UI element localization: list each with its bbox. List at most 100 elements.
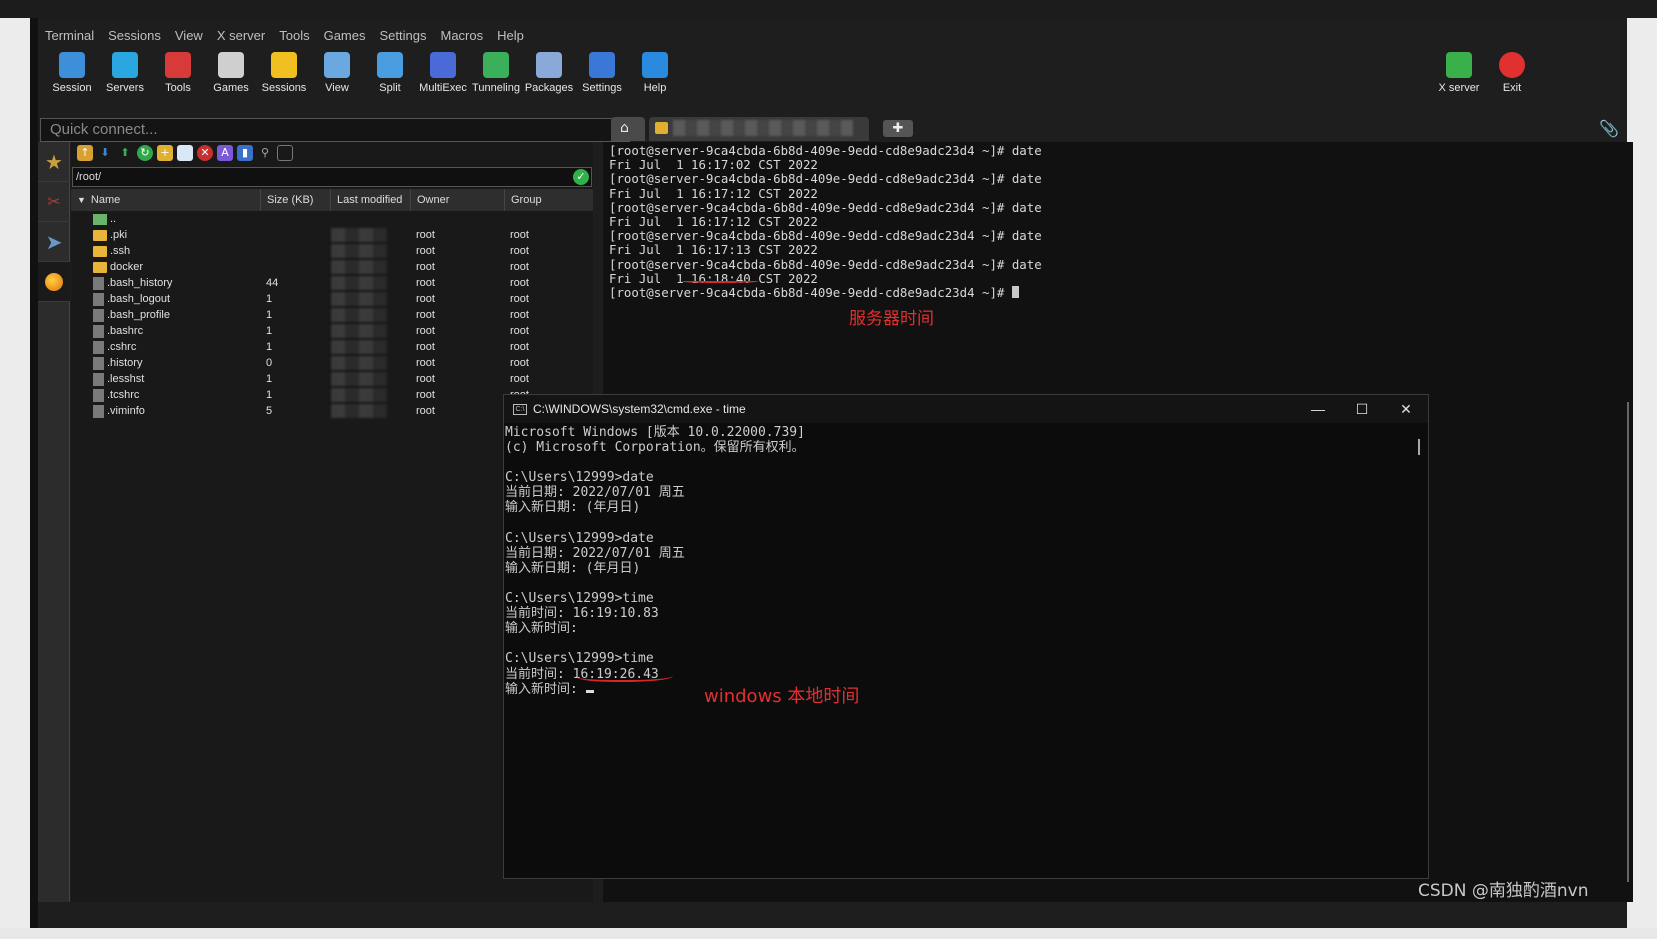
session-icon <box>59 52 85 78</box>
toolbar-split-button[interactable]: Split <box>362 48 418 110</box>
quick-connect-input[interactable]: Quick connect... <box>40 118 630 142</box>
background-page-top <box>0 0 1657 18</box>
file-name: .bashrc <box>107 325 144 337</box>
file-icon <box>93 340 104 354</box>
parent-folder-icon[interactable]: ↑ <box>77 145 93 161</box>
new-file-icon[interactable] <box>177 145 193 161</box>
file-icon <box>93 356 104 370</box>
file-size: 1 <box>266 293 273 305</box>
file-row[interactable]: .lesshst 1 root root <box>71 371 593 387</box>
file-name-cell: .bashrc <box>71 324 261 338</box>
column-name[interactable]: ▼ Name <box>71 189 261 211</box>
tab-ssh-session[interactable] <box>649 117 869 141</box>
file-icon <box>93 308 104 322</box>
cmd-window: C:\ C:\WINDOWS\system32\cmd.exe - time —… <box>503 394 1429 879</box>
menu-view[interactable]: View <box>168 26 210 46</box>
toolbar-tunneling-button[interactable]: Tunneling <box>468 48 524 110</box>
file-icon <box>93 276 104 290</box>
toolbar-view-button[interactable]: View <box>309 48 365 110</box>
file-row[interactable]: docker root root <box>71 259 593 275</box>
toolbar-sessions-button[interactable]: Sessions <box>256 48 312 110</box>
toolbar-tools-button[interactable]: Tools <box>150 48 206 110</box>
file-row[interactable]: .bash_logout 1 root root <box>71 291 593 307</box>
folder-icon <box>93 245 107 257</box>
menu-bar: Terminal Sessions View X server Tools Ga… <box>38 26 531 46</box>
file-owner: root <box>416 341 435 353</box>
rail-sessions[interactable]: ★ <box>38 142 70 182</box>
file-row[interactable]: .ssh root root <box>71 243 593 259</box>
permissions-icon[interactable]: ⚲ <box>257 145 273 161</box>
file-modified-redacted <box>331 228 411 242</box>
new-tab-button[interactable]: ✚ <box>883 120 913 137</box>
view-icon <box>324 52 350 78</box>
column-name-label: Name <box>90 194 121 206</box>
follow-terminal-icon[interactable]: ▮ <box>237 145 253 161</box>
toolbar-help-button[interactable]: Help <box>627 48 683 110</box>
toolbar-multiexec-button[interactable]: MultiExec <box>415 48 471 110</box>
download-icon[interactable]: ⬇ <box>97 145 113 161</box>
side-rail: ★ ✂ ➤ <box>38 142 70 902</box>
cmd-titlebar[interactable]: C:\ C:\WINDOWS\system32\cmd.exe - time —… <box>504 395 1428 423</box>
terminal-scrollbar[interactable] <box>1627 402 1629 882</box>
cmd-title-text: C:\WINDOWS\system32\cmd.exe - time <box>533 402 746 416</box>
tunneling-icon <box>483 52 509 78</box>
menu-macros[interactable]: Macros <box>433 26 490 46</box>
maximize-button[interactable]: ☐ <box>1340 395 1384 423</box>
new-folder-icon[interactable]: + <box>157 145 173 161</box>
file-size: 1 <box>266 325 273 337</box>
menu-settings[interactable]: Settings <box>373 26 434 46</box>
file-icon <box>93 292 104 306</box>
refresh-icon[interactable]: ↻ <box>137 145 153 161</box>
menu-xserver[interactable]: X server <box>210 26 272 46</box>
background-page-left <box>0 0 30 939</box>
cmd-scrollbar[interactable] <box>1418 439 1420 455</box>
file-row[interactable]: .cshrc 1 root root <box>71 339 593 355</box>
menu-tools[interactable]: Tools <box>272 26 316 46</box>
toolbar-label: Packages <box>524 82 574 94</box>
toolbar-games-button[interactable]: Games <box>203 48 259 110</box>
file-row[interactable]: .bash_profile 1 root root <box>71 307 593 323</box>
column-modified[interactable]: Last modified <box>331 189 411 211</box>
toolbar-packages-button[interactable]: Packages <box>521 48 577 110</box>
close-button[interactable]: ✕ <box>1384 395 1428 423</box>
rename-icon[interactable]: A <box>217 145 233 161</box>
rail-sftp[interactable] <box>38 262 70 302</box>
rail-macros[interactable]: ➤ <box>38 222 70 262</box>
menu-terminal[interactable]: Terminal <box>38 26 101 46</box>
paperclip-icon[interactable]: 📎 <box>1599 119 1619 138</box>
column-group[interactable]: Group <box>505 189 591 211</box>
toolbar-label: Exit <box>1502 82 1522 94</box>
hidden-files-icon[interactable] <box>277 145 293 161</box>
file-row[interactable]: .bash_history 44 root root <box>71 275 593 291</box>
file-owner: root <box>416 277 435 289</box>
check-icon[interactable]: ✓ <box>573 169 589 185</box>
cmd-output[interactable]: Microsoft Windows [版本 10.0.22000.739] (c… <box>504 423 1428 697</box>
file-row[interactable]: .pki root root <box>71 227 593 243</box>
file-row[interactable]: .bashrc 1 root root <box>71 323 593 339</box>
path-input[interactable]: /root/ ✓ <box>72 167 592 187</box>
toolbar-x-server-button[interactable]: X server <box>1431 48 1487 110</box>
file-row[interactable]: .. <box>71 211 593 227</box>
delete-icon[interactable]: ✕ <box>197 145 213 161</box>
menu-games[interactable]: Games <box>317 26 373 46</box>
file-modified-redacted <box>331 308 411 322</box>
upload-icon[interactable]: ⬆ <box>117 145 133 161</box>
menu-help[interactable]: Help <box>490 26 531 46</box>
minimize-button[interactable]: — <box>1296 395 1340 423</box>
file-owner: root <box>416 325 435 337</box>
toolbar-servers-button[interactable]: Servers <box>97 48 153 110</box>
file-size: 1 <box>266 373 273 385</box>
menu-sessions[interactable]: Sessions <box>101 26 168 46</box>
local-time-annotation: windows 本地时间 <box>704 686 860 707</box>
rail-tools[interactable]: ✂ <box>38 182 70 222</box>
toolbar-settings-button[interactable]: Settings <box>574 48 630 110</box>
column-size[interactable]: Size (KB) <box>261 189 331 211</box>
file-row[interactable]: .history 0 root root <box>71 355 593 371</box>
column-owner[interactable]: Owner <box>411 189 505 211</box>
redacted-date <box>331 356 387 370</box>
tab-home[interactable]: ⌂ <box>611 117 645 141</box>
file-owner: root <box>416 373 435 385</box>
toolbar-exit-button[interactable]: Exit <box>1484 48 1540 110</box>
toolbar-session-button[interactable]: Session <box>44 48 100 110</box>
local-time-underline <box>577 670 673 682</box>
